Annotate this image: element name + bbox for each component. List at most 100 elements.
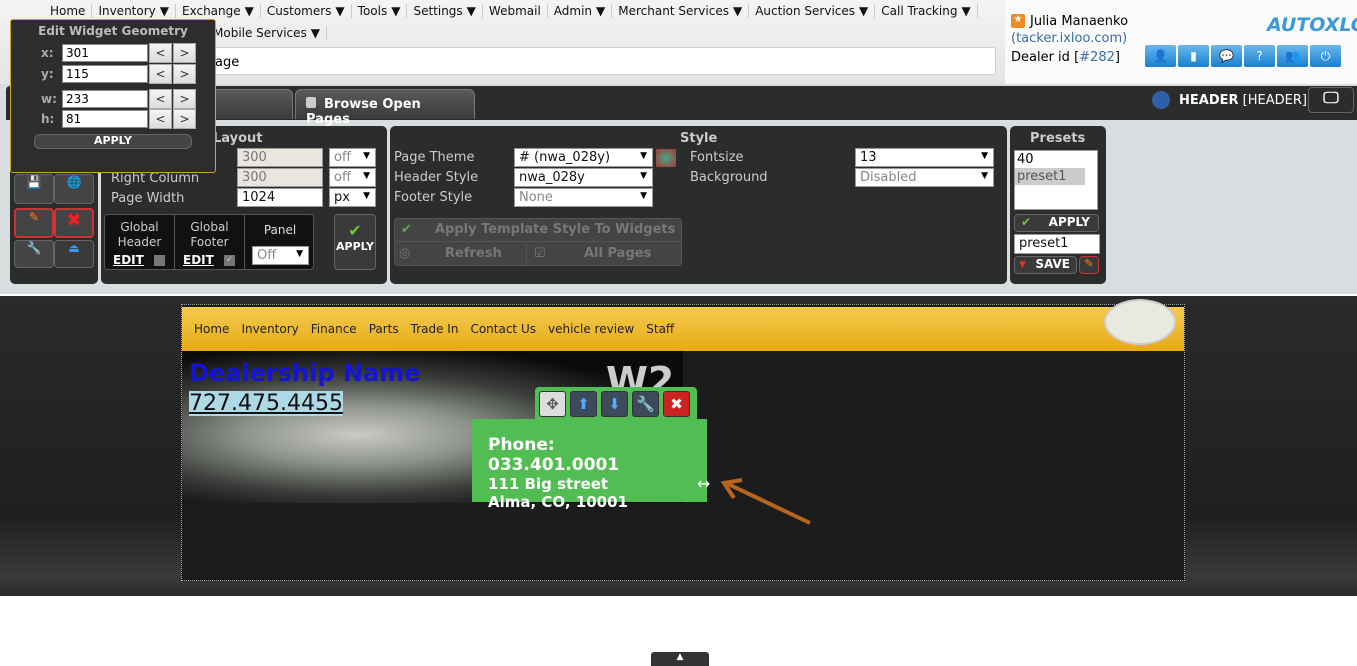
all-pages-toggle[interactable]: ☑ All Pages	[528, 243, 681, 265]
geometry-input[interactable]: 301	[62, 44, 148, 62]
site-nav-item[interactable]: Finance	[311, 322, 357, 336]
increment-button[interactable]: >	[173, 64, 196, 84]
menu-item[interactable]: Home	[44, 3, 93, 18]
menu-item[interactable]: Customers ▼	[261, 3, 352, 18]
global-footer-checkbox[interactable]: ✓	[224, 255, 235, 266]
chevron-down-icon: ▼	[732, 3, 743, 18]
site-nav-item[interactable]: Inventory	[241, 322, 298, 336]
decrement-button[interactable]: <	[149, 89, 172, 109]
increment-button[interactable]: >	[173, 89, 196, 109]
left-column-select[interactable]: off	[329, 148, 376, 167]
menu-item[interactable]: Webmail	[483, 3, 548, 18]
expand-up-icon[interactable]: ▲	[651, 652, 709, 666]
user-icon[interactable]: 👤	[1145, 45, 1176, 67]
wrench-icon[interactable]: 🔧	[14, 240, 54, 268]
header-style-select[interactable]: nwa_028y	[514, 168, 653, 187]
site-nav-item[interactable]: Contact Us	[470, 322, 536, 336]
autoxloo-logo[interactable]: AUTOXLOO	[1267, 14, 1357, 36]
menu-item[interactable]: Call Tracking ▼	[875, 3, 978, 18]
increment-button[interactable]: >	[173, 43, 196, 63]
menu-item[interactable]: Tools ▼	[352, 3, 408, 18]
chevron-down-icon: ▼	[159, 3, 169, 18]
preset-save-button[interactable]: ▼ SAVE	[1014, 256, 1077, 274]
help-icon[interactable]: ?	[1244, 45, 1275, 67]
preset-apply-button[interactable]: ✔ APPLY	[1014, 214, 1099, 232]
right-column-input[interactable]: 300	[237, 168, 323, 187]
fontsize-select[interactable]: 13	[855, 148, 994, 167]
menu-item[interactable]: Admin ▼	[548, 3, 613, 18]
user-name[interactable]: Julia Manaenko	[1030, 14, 1128, 29]
panel-select[interactable]: Off	[252, 246, 309, 265]
map-icon[interactable]	[1104, 299, 1176, 345]
page-theme-select[interactable]: # (nwa_028y)	[514, 148, 653, 167]
style-panel: Style Page Theme Header Style Footer Sty…	[390, 126, 1007, 284]
main-menu: Home Inventory ▼ Exchange ▼ Customers ▼ Tools ▼ S…	[44, 0, 978, 21]
wrench-icon[interactable]: 🔧	[632, 391, 659, 417]
footer-style-select[interactable]: None	[514, 188, 653, 207]
page-theme-label: Page Theme	[394, 150, 475, 165]
page-width-input[interactable]: 1024	[237, 188, 323, 207]
arrow-up-icon[interactable]: ⬆	[570, 391, 597, 417]
delete-icon[interactable]: ✖	[54, 208, 94, 238]
increment-button[interactable]: >	[173, 109, 196, 129]
left-column-input[interactable]: 300	[237, 148, 323, 167]
page-url-input[interactable]: age	[200, 47, 996, 75]
menu-item[interactable]: Settings ▼	[407, 3, 483, 18]
chevron-down-icon: ▼	[391, 3, 401, 18]
global-footer-edit-link[interactable]: EDIT	[183, 253, 214, 267]
preset-item[interactable]: 40	[1015, 151, 1097, 168]
eraser-icon[interactable]: ✎	[1079, 256, 1099, 274]
arrow-down-icon[interactable]: ⬇	[601, 391, 628, 417]
background-select[interactable]: Disabled	[855, 168, 994, 187]
eraser-icon[interactable]: ✎	[14, 208, 54, 238]
preset-name-input[interactable]: preset1	[1014, 234, 1100, 254]
save-icon[interactable]: 💾	[14, 174, 54, 204]
user-domain[interactable]: (tacker.ixloo.com)	[1011, 31, 1127, 46]
users-icon[interactable]: 👥	[1277, 45, 1308, 67]
resize-cursor-icon[interactable]: ↔	[697, 474, 710, 493]
menu-item[interactable]: Inventory ▼	[92, 3, 176, 18]
site-nav-item[interactable]: Home	[194, 322, 229, 336]
menu-item[interactable]: Auction Services ▼	[749, 3, 876, 18]
dealership-phone[interactable]: 727.475.4455	[189, 391, 343, 416]
global-header-edit-link[interactable]: EDIT	[113, 253, 144, 267]
dealership-name[interactable]: Dealership Name	[189, 359, 420, 387]
globe-icon[interactable]: 🌐	[54, 174, 94, 204]
site-nav-item[interactable]: Parts	[369, 322, 399, 336]
menu-item[interactable]: Mobile Services ▼	[207, 25, 328, 40]
palette-icon[interactable]	[656, 149, 676, 167]
decrement-button[interactable]: <	[149, 43, 172, 63]
menu-item[interactable]: Merchant Services ▼	[612, 3, 750, 18]
decrement-button[interactable]: <	[149, 64, 172, 84]
check-icon: ✔	[348, 221, 362, 240]
chevron-down-icon: ▼	[466, 3, 476, 18]
apply-template-button[interactable]: ✔ Apply Template Style To Widgets	[395, 219, 681, 242]
geometry-input[interactable]: 81	[62, 110, 148, 128]
chat-icon[interactable]: 💬	[1211, 45, 1242, 67]
page-width-unit-select[interactable]: px	[329, 188, 376, 207]
menu-item[interactable]: Exchange ▼	[176, 3, 261, 18]
geometry-input[interactable]: 233	[62, 90, 148, 108]
geometry-apply-button[interactable]: APPLY	[34, 134, 192, 149]
widget-toolbar: ✥ ⬆ ⬇ 🔧 ✖	[535, 387, 697, 420]
right-column-select[interactable]: off	[329, 168, 376, 187]
stats-icon[interactable]: ▮	[1178, 45, 1209, 67]
preset-item-selected[interactable]: preset1	[1015, 168, 1085, 185]
layout-apply-button[interactable]: ✔ APPLY	[334, 214, 376, 270]
site-nav-item[interactable]: vehicle review	[548, 322, 634, 336]
refresh-button[interactable]: ◎ Refresh	[395, 243, 527, 265]
monitor-icon[interactable]: 🖵	[1308, 87, 1354, 113]
geometry-title: Edit Widget Geometry	[38, 24, 188, 38]
site-nav-item[interactable]: Staff	[646, 322, 674, 336]
close-icon[interactable]: ✖	[663, 391, 690, 417]
geometry-input[interactable]: 115	[62, 65, 148, 83]
presets-list[interactable]: 40 preset1	[1014, 150, 1098, 210]
contact-widget[interactable]: Phone: 033.401.0001 111 Big street Alma,…	[472, 419, 707, 511]
move-icon[interactable]: ✥	[539, 391, 566, 417]
power-icon[interactable]: ⏻	[1310, 45, 1341, 67]
global-header-checkbox[interactable]	[154, 255, 165, 266]
site-nav-item[interactable]: Trade In	[411, 322, 459, 336]
eject-icon[interactable]: ⏏	[54, 240, 94, 268]
tab-browse-open-pages[interactable]: Browse Open Pages	[295, 89, 475, 127]
decrement-button[interactable]: <	[149, 109, 172, 129]
